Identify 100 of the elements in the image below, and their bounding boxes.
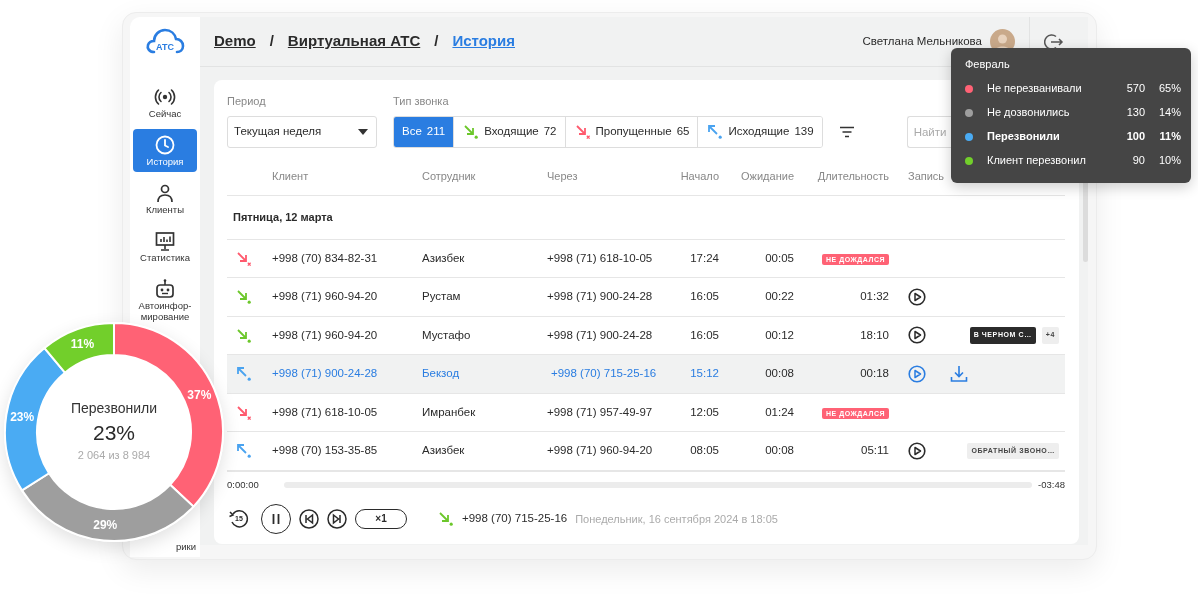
table-cell: 00:22 <box>765 290 794 303</box>
legend-percent: 11% <box>1158 129 1181 145</box>
monitor-chart-icon <box>154 230 176 252</box>
column-header: Клиент <box>272 168 310 184</box>
table-cell: 15:12 <box>690 367 719 380</box>
missed-call-icon <box>573 123 591 140</box>
table-cell: +998 (71) 960-94-20 <box>547 444 653 457</box>
column-header: Начало <box>679 168 720 184</box>
field-label: Тип звонка <box>393 94 450 109</box>
period-select[interactable]: Текущая неделя <box>227 115 377 148</box>
table-cell: +998 (71) 960-94-20 <box>272 290 378 303</box>
caret-icon <box>358 128 368 135</box>
clock-icon <box>154 134 176 156</box>
legend-count: 570 <box>1125 81 1145 97</box>
table-cell: 16:05 <box>690 290 719 303</box>
data-label: 11% <box>70 337 95 352</box>
donut-slice[interactable] <box>4 347 66 492</box>
legend-label: Не перезванивали <box>987 81 1082 97</box>
table-cell: Рустам <box>422 290 461 303</box>
table-cell: +998 (71) 900-24-28 <box>272 367 378 380</box>
table-cell: +998 (71) 900-24-28 <box>547 328 653 341</box>
legend-count: 90 <box>1131 153 1145 169</box>
table-cell: 00:12 <box>765 328 794 341</box>
user-name: Светлана Мельникова <box>862 33 982 49</box>
donut-slice[interactable] <box>20 472 195 542</box>
sidebar-item[interactable]: Автоинфор-мирование <box>133 273 197 324</box>
table-cell: 05:11 <box>861 444 889 457</box>
outgoing-call-icon <box>235 442 252 460</box>
play-icon[interactable] <box>908 441 926 460</box>
legend-percent: 65% <box>1157 81 1181 97</box>
filter-tab[interactable]: Все 211 <box>394 116 455 147</box>
breadcrumb-separator: / <box>269 31 274 52</box>
chart-title: Перезвонили <box>70 399 158 418</box>
previous-icon[interactable] <box>299 508 319 529</box>
breadcrumb-link[interactable]: Виртуальная АТС <box>287 30 421 53</box>
column-header: Через <box>547 168 579 184</box>
outgoing-call-icon <box>235 365 252 383</box>
table-cell: 01:24 <box>765 405 794 418</box>
broadcast-icon <box>154 86 176 108</box>
breadcrumb-separator: / <box>434 31 439 52</box>
table-cell: 16:05 <box>690 328 719 341</box>
sidebar-item[interactable]: Сейчас <box>133 81 197 124</box>
date-heading: Пятница, 12 марта <box>233 209 333 225</box>
table-cell: +998 (71) 618-10-05 <box>272 405 378 418</box>
table-cell: +998 (70) 834-82-31 <box>272 251 378 264</box>
column-header: Запись <box>907 168 946 184</box>
table-cell: +998 (70) 715-25-16 <box>551 367 657 380</box>
table-row[interactable]: +998 (71) 900-24-28 Бекзод +998 (70) 715-25-16 15:12 00:08 00:18 <box>227 355 1065 394</box>
table-cell: 08:05 <box>690 444 719 457</box>
table-cell: Азизбек <box>422 251 465 264</box>
table-row[interactable]: +998 (71) 960-94-20 Рустам +998 (71) 900-24-28 16:05 00:22 01:32 <box>227 278 1065 317</box>
data-label: 23% <box>10 410 35 425</box>
column-header: Длительность <box>816 168 890 184</box>
incoming-call-icon <box>235 288 252 306</box>
chart-detail: 2 064 из 8 984 <box>77 448 151 463</box>
data-label: 37% <box>187 388 212 403</box>
table-cell: 00:18 <box>860 367 889 380</box>
legend-label: Перезвонили <box>987 129 1060 145</box>
breadcrumb-link[interactable]: Demo <box>214 30 256 53</box>
play-icon[interactable] <box>908 287 926 306</box>
table-cell: 18:10 <box>860 328 889 341</box>
legend-label: Не дозвонились <box>987 105 1070 121</box>
sidebar-item[interactable]: рики <box>175 541 196 555</box>
elapsed-time: 0:00:00 <box>227 477 259 492</box>
sidebar-item[interactable]: Клиенты <box>133 177 197 220</box>
incoming-call-icon <box>235 327 252 344</box>
table-cell: 17:24 <box>690 251 719 264</box>
table-cell: 00:08 <box>765 444 794 457</box>
tooltip-title: Февраль <box>965 57 1011 72</box>
logo: АТС <box>145 27 185 61</box>
incoming-call-icon <box>437 510 454 528</box>
table-cell: +998 (71) 618-10-05 <box>547 251 653 264</box>
table-cell: +998 (71) 957-49-97 <box>547 405 653 418</box>
table-cell: Бекзод <box>422 367 460 380</box>
download-icon[interactable] <box>950 364 968 383</box>
table-cell: 12:05 <box>690 405 719 418</box>
play-icon[interactable] <box>908 326 926 345</box>
table-cell: Азизбек <box>422 444 465 457</box>
breadcrumb-link[interactable]: История <box>452 30 515 53</box>
phone-number: +998 (70) 715-25-16 <box>462 511 568 527</box>
pause-icon <box>270 512 282 525</box>
column-header: Сотрудник <box>422 168 477 184</box>
legend-count: 130 <box>1125 105 1145 121</box>
next-icon[interactable] <box>327 508 347 529</box>
table-cell: 00:05 <box>765 251 794 264</box>
table-cell: Имранбек <box>422 405 476 418</box>
table-cell: +998 (70) 153-35-85 <box>272 444 378 457</box>
search-field[interactable]: Найти <box>906 115 953 148</box>
sidebar-item[interactable]: Статистика <box>133 225 197 268</box>
missed-call-icon <box>235 404 252 421</box>
remaining-time: -03:48 <box>1038 477 1065 492</box>
sidebar-item[interactable]: История <box>133 129 197 172</box>
outgoing-call-icon <box>706 123 724 140</box>
data-label: 29% <box>93 517 118 532</box>
legend-percent: 14% <box>1157 105 1181 121</box>
column-header: Ожидание <box>740 168 795 184</box>
person-icon <box>154 182 176 204</box>
call-date: Понедельник, 16 сентября 2024 в 18:05 <box>575 511 778 527</box>
table-cell: +998 (71) 900-24-28 <box>547 290 653 303</box>
filter-icon <box>838 125 855 138</box>
